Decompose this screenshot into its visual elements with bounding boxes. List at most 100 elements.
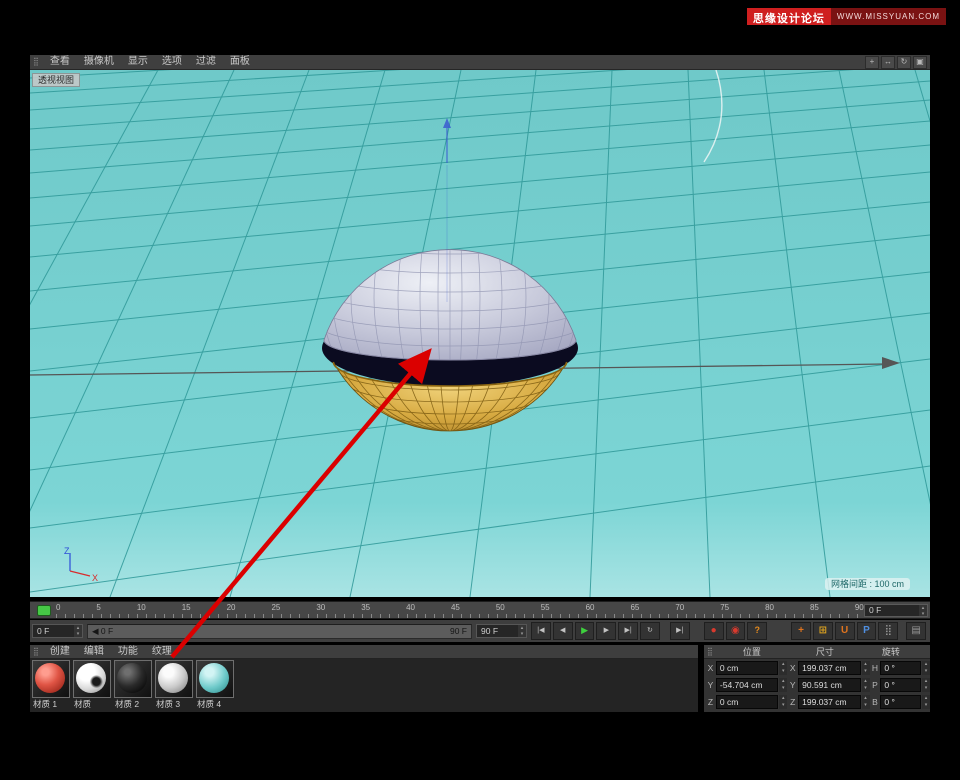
menu-options[interactable]: 选项 xyxy=(155,55,189,69)
timeline-ruler[interactable]: 0 5 10 15 20 25 30 35 40 45 50 55 60 65 … xyxy=(30,601,930,619)
axis-gizmo: Z X xyxy=(56,543,102,583)
current-frame-value: 0 F xyxy=(37,625,49,637)
material-item[interactable]: 材质 2 xyxy=(114,660,154,710)
material-menu-texture[interactable]: 纹理 xyxy=(145,645,179,659)
menu-filter[interactable]: 过滤 xyxy=(189,55,223,69)
stepper-icon[interactable]: ▴▾ xyxy=(779,695,787,709)
menu-view[interactable]: 查看 xyxy=(43,55,77,69)
quantize-icon[interactable]: ⣿ xyxy=(878,622,898,640)
stepper-icon[interactable]: ▴▾ xyxy=(779,661,787,675)
stepper-icon[interactable]: ▴▾ xyxy=(922,695,930,709)
next-key-button[interactable]: ▶| xyxy=(670,622,690,640)
size-y-field[interactable]: 90.591 cm xyxy=(798,678,860,692)
material-label: 材质 xyxy=(73,698,113,710)
pan-view-icon[interactable]: + xyxy=(865,56,879,69)
rotate-view-icon[interactable]: ↻ xyxy=(897,56,911,69)
position-z-field[interactable]: 0 cm xyxy=(716,695,778,709)
pos-axis-label: Z xyxy=(706,697,715,707)
current-frame-field[interactable]: 0 F ▴▾ xyxy=(32,624,83,638)
rotation-h-field[interactable]: 0 ° xyxy=(880,661,921,675)
drag-handle-icon[interactable]: ⣿ xyxy=(704,647,717,657)
tick-label: 30 xyxy=(316,603,325,613)
material-label: 材质 4 xyxy=(196,698,236,710)
previous-frame-button[interactable]: ◀ xyxy=(553,622,573,640)
play-button[interactable]: ▶ xyxy=(575,622,595,640)
material-label: 材质 1 xyxy=(32,698,72,710)
autokeying-button[interactable]: ◉ xyxy=(726,622,746,640)
tick-label: 35 xyxy=(361,603,370,613)
material-item[interactable]: 材质 3 xyxy=(155,660,195,710)
coordinates-panel: X 0 cm ▴▾ X 199.037 cm ▴▾ H 0 ° ▴▾ Y -54… xyxy=(704,659,930,712)
viewport-canvas[interactable]: 透视视图 网格间距 : 100 cm Z X xyxy=(30,70,930,597)
timeline-ticks: 0 5 10 15 20 25 30 35 40 45 50 55 60 65 … xyxy=(56,603,864,613)
tick-label: 55 xyxy=(541,603,550,613)
material-preview-sphere xyxy=(117,663,147,693)
next-frame-button[interactable]: ▶ xyxy=(596,622,616,640)
stepper-icon[interactable]: ▴▾ xyxy=(922,661,930,675)
coordinate-row-x: X 0 cm ▴▾ X 199.037 cm ▴▾ H 0 ° ▴▾ xyxy=(704,660,930,676)
coordinates-header: ⣿ 位置 尺寸 旋转 xyxy=(704,645,930,659)
magnet-icon[interactable]: U xyxy=(835,622,855,640)
position-y-field[interactable]: -54.704 cm xyxy=(716,678,778,692)
material-menu-create[interactable]: 创建 xyxy=(43,645,77,659)
material-item[interactable]: 材质 4 xyxy=(196,660,236,710)
menu-display[interactable]: 显示 xyxy=(121,55,155,69)
layout-icon[interactable]: ▤ xyxy=(906,622,926,640)
preview-range-slider[interactable]: ◀ 0 F 90 F xyxy=(87,624,472,639)
stepper-icon[interactable]: ▴▾ xyxy=(922,678,930,692)
range-end-label: 90 F xyxy=(450,625,467,638)
material-thumbnail[interactable] xyxy=(196,660,234,698)
current-frame-marker[interactable] xyxy=(37,605,51,616)
material-label: 材质 2 xyxy=(114,698,154,710)
play-mode-button[interactable]: ↻ xyxy=(640,622,660,640)
stepper-icon[interactable]: ▴▾ xyxy=(919,605,927,616)
tick-label: 90 xyxy=(855,603,864,613)
view-name-label: 透视视图 xyxy=(32,73,80,87)
frame-spinner[interactable]: 0 F ▴▾ xyxy=(864,604,928,617)
drag-handle-icon[interactable]: ⣿ xyxy=(30,57,43,67)
toggle-view-icon[interactable]: ▣ xyxy=(913,56,927,69)
material-item[interactable]: 材质 1 xyxy=(32,660,72,710)
rotation-p-field[interactable]: 0 ° xyxy=(880,678,921,692)
material-thumbnail[interactable] xyxy=(73,660,111,698)
material-thumbnail[interactable] xyxy=(32,660,70,698)
goto-start-button[interactable]: |◀ xyxy=(531,622,551,640)
drag-handle-icon[interactable]: ⣿ xyxy=(30,647,43,657)
stepper-icon[interactable]: ▴▾ xyxy=(779,678,787,692)
material-list: 材质 1 材质 材质 2 材质 3 材质 4 xyxy=(30,659,698,712)
end-frame-field[interactable]: 90 F ▴▾ xyxy=(476,624,527,638)
material-item[interactable]: 材质 xyxy=(73,660,113,710)
header-size: 尺寸 xyxy=(787,645,863,658)
size-x-field[interactable]: 199.037 cm xyxy=(798,661,860,675)
tick-label: 85 xyxy=(810,603,819,613)
tick-label: 45 xyxy=(451,603,460,613)
stepper-icon[interactable]: ▴▾ xyxy=(518,625,526,637)
zoom-view-icon[interactable]: ↔ xyxy=(881,56,895,69)
menu-camera[interactable]: 摄像机 xyxy=(77,55,121,69)
menu-panel[interactable]: 面板 xyxy=(223,55,257,69)
tick-label: 60 xyxy=(586,603,595,613)
keyframe-options-button[interactable]: ? xyxy=(747,622,767,640)
material-preview-sphere xyxy=(199,663,229,693)
rotation-b-field[interactable]: 0 ° xyxy=(880,695,921,709)
material-menu-edit[interactable]: 编辑 xyxy=(77,645,111,659)
material-menu-function[interactable]: 功能 xyxy=(111,645,145,659)
grid-spacing-badge: 网格间距 : 100 cm xyxy=(825,578,910,590)
material-thumbnail[interactable] xyxy=(114,660,152,698)
end-frame-value: 90 F xyxy=(481,625,498,637)
stepper-icon[interactable]: ▴▾ xyxy=(862,695,870,709)
stepper-icon[interactable]: ▴▾ xyxy=(862,661,870,675)
position-x-field[interactable]: 0 cm xyxy=(716,661,778,675)
material-menubar: ⣿ 创建 编辑 功能 纹理 xyxy=(30,645,698,659)
record-keyframe-button[interactable]: ● xyxy=(704,622,724,640)
stepper-icon[interactable]: ▴▾ xyxy=(862,678,870,692)
size-z-field[interactable]: 199.037 cm xyxy=(798,695,860,709)
coordinate-row-y: Y -54.704 cm ▴▾ Y 90.591 cm ▴▾ P 0 ° ▴▾ xyxy=(704,677,930,693)
move-snap-icon[interactable]: + xyxy=(791,622,811,640)
stepper-icon[interactable]: ▴▾ xyxy=(74,625,82,637)
grid-snap-icon[interactable]: ⊞ xyxy=(813,622,833,640)
material-thumbnail[interactable] xyxy=(155,660,193,698)
sphere-object[interactable] xyxy=(317,165,583,431)
parameter-icon[interactable]: P xyxy=(857,622,877,640)
goto-end-button[interactable]: ▶| xyxy=(618,622,638,640)
